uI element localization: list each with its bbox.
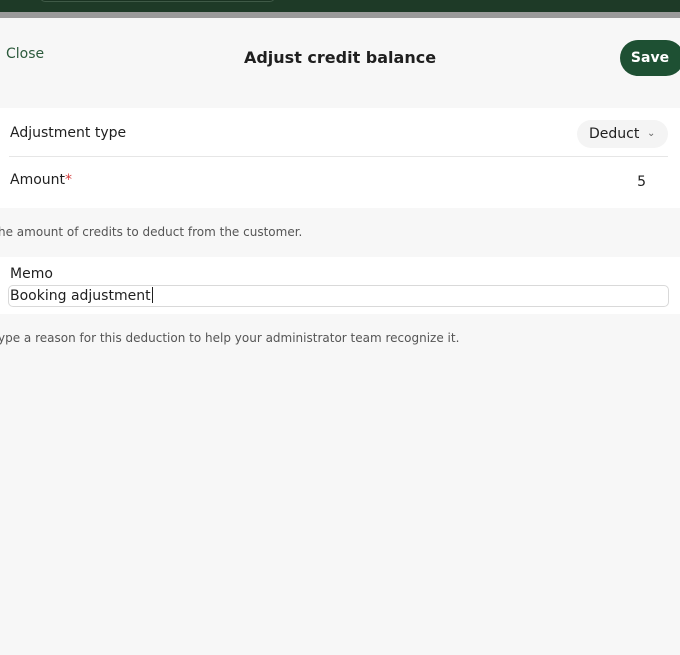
required-marker: * [65, 172, 73, 188]
memo-field[interactable]: Booking adjustment [8, 285, 669, 307]
amount-help-text: he amount of credits to deduct from the … [0, 225, 303, 239]
adjustment-card: Adjustment type Deduct ⌄ Amount* 5 [0, 108, 680, 208]
dialog-title: Adjust credit balance [243, 48, 437, 67]
chevron-down-icon: ⌄ [647, 128, 656, 139]
adjustment-type-value: Deduct [589, 126, 640, 142]
amount-label-text: Amount [10, 172, 66, 188]
text-caret [151, 287, 153, 303]
top-search-field[interactable] [40, 0, 275, 2]
save-button[interactable]: Save [620, 40, 680, 76]
amount-field[interactable]: 5 [600, 174, 646, 190]
dialog-header: Close Adjust credit balance Save [0, 18, 680, 108]
row-divider [9, 156, 668, 157]
memo-label: Memo [10, 266, 53, 282]
top-app-bar [0, 0, 680, 12]
adjustment-type-select[interactable]: Deduct ⌄ [577, 120, 668, 148]
memo-help-text: ype a reason for this deduction to help … [0, 331, 460, 345]
amount-label: Amount* [10, 172, 72, 188]
adjustment-type-label: Adjustment type [10, 125, 127, 141]
memo-value: Booking adjustment [10, 288, 151, 304]
memo-card: Memo Booking adjustment [0, 257, 680, 314]
